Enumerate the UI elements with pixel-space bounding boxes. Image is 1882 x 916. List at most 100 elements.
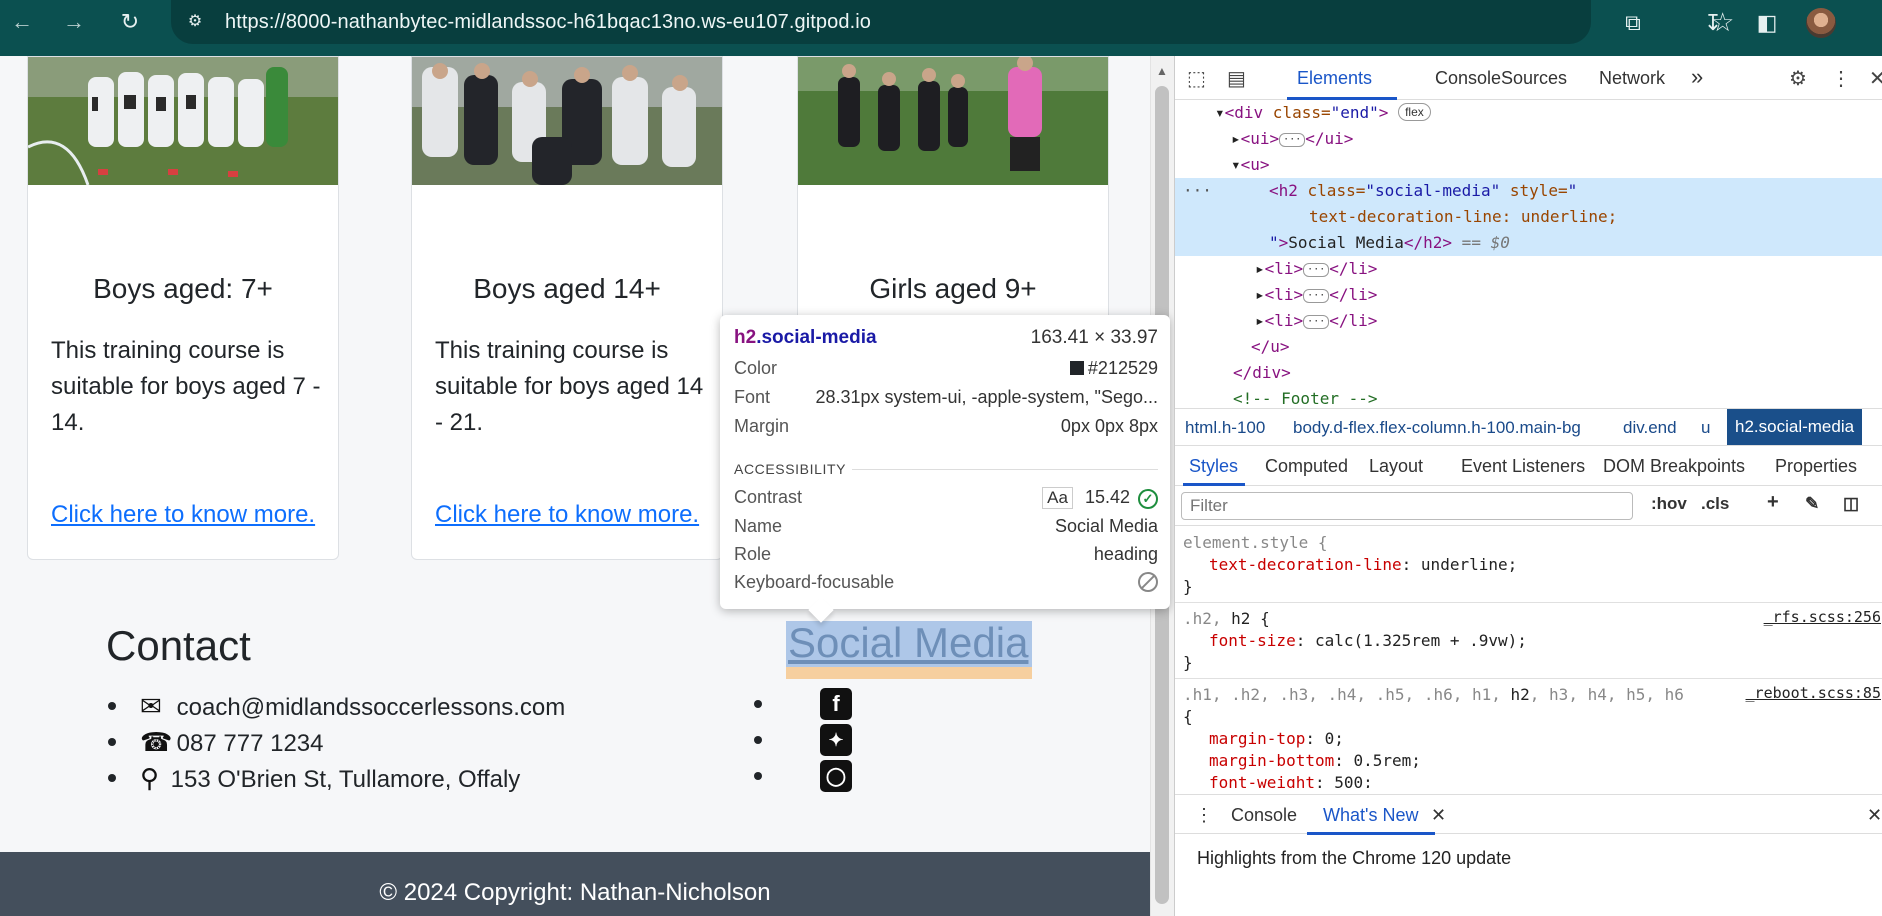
tab-elements[interactable]: Elements bbox=[1297, 68, 1372, 89]
scroll-up-icon[interactable]: ▲ bbox=[1156, 64, 1168, 78]
breadcrumb-item[interactable]: u bbox=[1701, 418, 1710, 438]
collapsed-dots[interactable]: ··· bbox=[1279, 133, 1306, 147]
tooltip-size: 163.41 × 33.97 bbox=[1030, 327, 1158, 348]
hov-toggle[interactable]: :hov bbox=[1651, 494, 1687, 514]
tooltip-name-row: Name Social Media bbox=[734, 516, 1158, 536]
styles-subtabs: Styles Computed Layout Event Listeners D… bbox=[1175, 446, 1882, 486]
styles-filter-input[interactable] bbox=[1181, 492, 1633, 520]
breadcrumb-item[interactable]: body.d-flex.flex-column.h-100.main-bg bbox=[1293, 418, 1581, 438]
settings-gear-icon[interactable]: ⚙ bbox=[1789, 66, 1807, 91]
tab-network[interactable]: Network bbox=[1599, 68, 1665, 89]
close-drawer-icon[interactable]: ✕ bbox=[1867, 805, 1882, 826]
tab-styles[interactable]: Styles bbox=[1189, 456, 1238, 477]
card-title: Boys aged: 7+ bbox=[93, 273, 273, 304]
know-more-link[interactable]: Click here to know more. bbox=[51, 501, 315, 529]
breadcrumb-item[interactable]: div.end bbox=[1623, 418, 1677, 438]
devtools-panel: ⬚ ▤ Elements Console Sources Network » ⚙… bbox=[1174, 56, 1882, 916]
dom-node[interactable]: </div> bbox=[1233, 360, 1291, 386]
address-bar[interactable]: ⚙ https://8000-nathanbytec-midlandssoc-h… bbox=[171, 0, 1734, 44]
tab-sources[interactable]: Sources bbox=[1501, 68, 1567, 89]
device-toolbar-icon[interactable]: ▤ bbox=[1227, 66, 1246, 91]
drawer-menu-icon[interactable]: ⋮ bbox=[1195, 805, 1213, 826]
contact-phone[interactable]: 087 777 1234 bbox=[177, 730, 324, 757]
flex-badge[interactable]: flex bbox=[1398, 103, 1431, 121]
dom-tree: ▾<div class="end"> flex ▸<ui> ··· </ui> ▾<… bbox=[1175, 100, 1882, 460]
contact-email[interactable]: coach@midlandssoccerlessons.com bbox=[177, 694, 566, 721]
extensions-icon[interactable]: ⧉ bbox=[1618, 8, 1648, 38]
breadcrumb-item-active[interactable]: h2.social-media bbox=[1727, 409, 1863, 445]
more-tabs-icon[interactable]: » bbox=[1691, 64, 1703, 90]
source-link[interactable]: _reboot.scss:85 bbox=[1746, 684, 1881, 702]
close-devtools-icon[interactable]: ✕ bbox=[1869, 66, 1882, 91]
tab-dom-breakpoints[interactable]: DOM Breakpoints bbox=[1603, 456, 1745, 477]
rule-close: } bbox=[1183, 577, 1193, 596]
profile-avatar[interactable] bbox=[1806, 8, 1836, 38]
styles-filter-row: :hov .cls + ✎ ◫ bbox=[1175, 486, 1882, 526]
kebab-menu-icon[interactable]: ⋮ bbox=[1831, 66, 1851, 91]
tab-layout[interactable]: Layout bbox=[1369, 456, 1423, 477]
rule-close: } bbox=[1183, 653, 1193, 672]
drawer-tab-whats-new[interactable]: What's New bbox=[1323, 805, 1418, 826]
reload-icon[interactable]: ↻ bbox=[116, 8, 144, 36]
divider bbox=[852, 469, 1158, 470]
list-item: f bbox=[754, 686, 852, 722]
side-panel-icon[interactable]: ◧ bbox=[1752, 8, 1782, 38]
dom-node[interactable]: ▾<u> bbox=[1231, 152, 1270, 178]
css-declaration[interactable]: text-decoration-line: underline; bbox=[1209, 554, 1517, 576]
close-tab-icon[interactable]: ✕ bbox=[1431, 805, 1446, 826]
site-settings-icon[interactable]: ⚙ bbox=[183, 10, 207, 34]
tab-computed[interactable]: Computed bbox=[1265, 456, 1348, 477]
cls-toggle[interactable]: .cls bbox=[1701, 494, 1729, 514]
css-declaration[interactable]: margin-top: 0; bbox=[1209, 728, 1344, 750]
tab-console[interactable]: Console bbox=[1435, 68, 1501, 89]
contact-heading: Contact bbox=[106, 622, 251, 669]
collapsed-dots[interactable]: ··· bbox=[1303, 289, 1330, 303]
tooltip-font-row: Font 28.31px system-ui, -apple-system, "… bbox=[734, 387, 1158, 407]
facebook-icon[interactable]: f bbox=[820, 688, 852, 720]
collapsed-dots[interactable]: ··· bbox=[1303, 263, 1330, 277]
divider bbox=[1175, 602, 1882, 603]
rule-open: { bbox=[1183, 707, 1193, 726]
list-item: ⚲ 153 O'Brien St, Tullamore, Offaly bbox=[107, 760, 565, 796]
node-menu-icon[interactable]: ··· bbox=[1183, 178, 1212, 204]
source-link[interactable]: _rfs.scss:256 bbox=[1764, 608, 1881, 626]
tab-properties[interactable]: Properties bbox=[1775, 456, 1857, 477]
contact-address: 153 O'Brien St, Tullamore, Offaly bbox=[170, 766, 521, 793]
back-arrow-icon[interactable]: ← bbox=[8, 8, 36, 36]
url-text[interactable]: https://8000-nathanbytec-midlandssoc-h61… bbox=[225, 10, 871, 34]
breadcrumb-item[interactable]: html.h-100 bbox=[1185, 418, 1265, 438]
css-declaration[interactable]: margin-bottom: 0.5rem; bbox=[1209, 750, 1421, 772]
toggle-sidebar-icon[interactable]: ◫ bbox=[1843, 494, 1859, 514]
tooltip-selector: h2.social-media bbox=[734, 327, 877, 348]
drawer-tab-console[interactable]: Console bbox=[1231, 805, 1297, 826]
girls-team-image bbox=[798, 57, 1108, 185]
tab-event-listeners[interactable]: Event Listeners bbox=[1461, 456, 1585, 477]
css-declaration[interactable]: font-weight: 500; bbox=[1209, 772, 1373, 788]
forward-arrow-icon[interactable]: → bbox=[60, 8, 88, 36]
inspect-element-icon[interactable]: ⬚ bbox=[1187, 66, 1206, 91]
list-item: ☎ 087 777 1234 bbox=[107, 724, 565, 760]
team-coaching-image bbox=[412, 57, 722, 185]
know-more-link[interactable]: Click here to know more. bbox=[435, 501, 699, 529]
dom-node[interactable]: ▸<li> ··· </li> bbox=[1255, 256, 1377, 282]
paint-brush-icon[interactable]: ✎ bbox=[1805, 494, 1819, 514]
new-rule-icon[interactable]: + bbox=[1767, 491, 1779, 514]
rule-selector: element.style { bbox=[1183, 533, 1328, 552]
css-declaration[interactable]: font-size: calc(1.325rem + .9vw); bbox=[1209, 630, 1527, 652]
color-swatch bbox=[1069, 361, 1084, 375]
collapsed-dots[interactable]: ··· bbox=[1303, 315, 1330, 329]
list-item: ✦ bbox=[754, 722, 852, 758]
twitter-icon[interactable]: ✦ bbox=[820, 724, 852, 756]
tooltip-contrast-row: Contrast Aa 15.42 ✓ bbox=[734, 487, 1158, 513]
download-icon[interactable]: ↧ bbox=[1698, 8, 1728, 38]
dom-node[interactable]: ▸<ui> ··· </ui> bbox=[1231, 126, 1353, 152]
dom-node[interactable]: ▾<div class="end"> flex bbox=[1215, 100, 1431, 126]
dom-node[interactable]: ▸<li> ··· </li> bbox=[1255, 308, 1377, 334]
dom-node[interactable]: ▸<li> ··· </li> bbox=[1255, 282, 1377, 308]
card-text: This training course is suitable for boy… bbox=[51, 337, 321, 436]
dom-node[interactable]: </u> bbox=[1251, 334, 1290, 360]
dom-node-selected[interactable]: <h2 class="social-media" style=" bbox=[1269, 178, 1577, 204]
check-icon: ✓ bbox=[1138, 489, 1158, 509]
rule-selector: .h1, .h2, .h3, .h4, .h5, .h6, h1, h2, h3… bbox=[1183, 685, 1684, 704]
instagram-icon[interactable]: ◯ bbox=[820, 760, 852, 792]
